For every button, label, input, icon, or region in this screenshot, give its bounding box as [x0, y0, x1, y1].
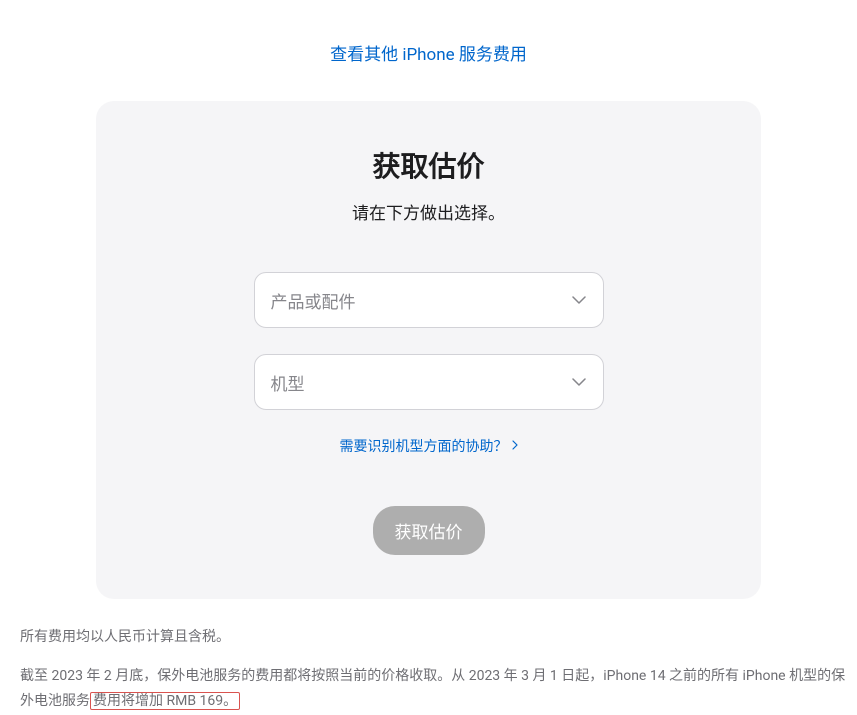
model-select[interactable]: 机型 [254, 354, 604, 410]
footer-notes: 所有费用均以人民币计算且含税。 截至 2023 年 2 月底，保外电池服务的费用… [20, 625, 847, 715]
product-select[interactable]: 产品或配件 [254, 272, 604, 328]
price-increase-highlight: 费用将增加 RMB 169。 [90, 692, 240, 710]
identify-model-help-link[interactable]: 需要识别机型方面的协助？ [340, 436, 518, 456]
help-link-text: 需要识别机型方面的协助？ [340, 436, 508, 456]
get-estimate-button[interactable]: 获取估价 [373, 506, 485, 555]
other-services-link[interactable]: 查看其他 iPhone 服务费用 [10, 40, 847, 65]
model-select-wrapper: 机型 [254, 354, 604, 410]
footer-line-1: 所有费用均以人民币计算且含税。 [20, 625, 847, 650]
chevron-right-icon [512, 438, 518, 454]
product-select-placeholder: 产品或配件 [271, 288, 356, 313]
footer-line-2: 截至 2023 年 2 月底，保外电池服务的费用都将按照当前的价格收取。从 20… [20, 664, 847, 714]
card-subtitle: 请在下方做出选择。 [136, 199, 721, 224]
product-select-wrapper: 产品或配件 [254, 272, 604, 328]
card-title: 获取估价 [136, 145, 721, 185]
model-select-placeholder: 机型 [271, 370, 305, 395]
estimate-card: 获取估价 请在下方做出选择。 产品或配件 机型 需要识别机型方面的协助？ [96, 101, 761, 599]
